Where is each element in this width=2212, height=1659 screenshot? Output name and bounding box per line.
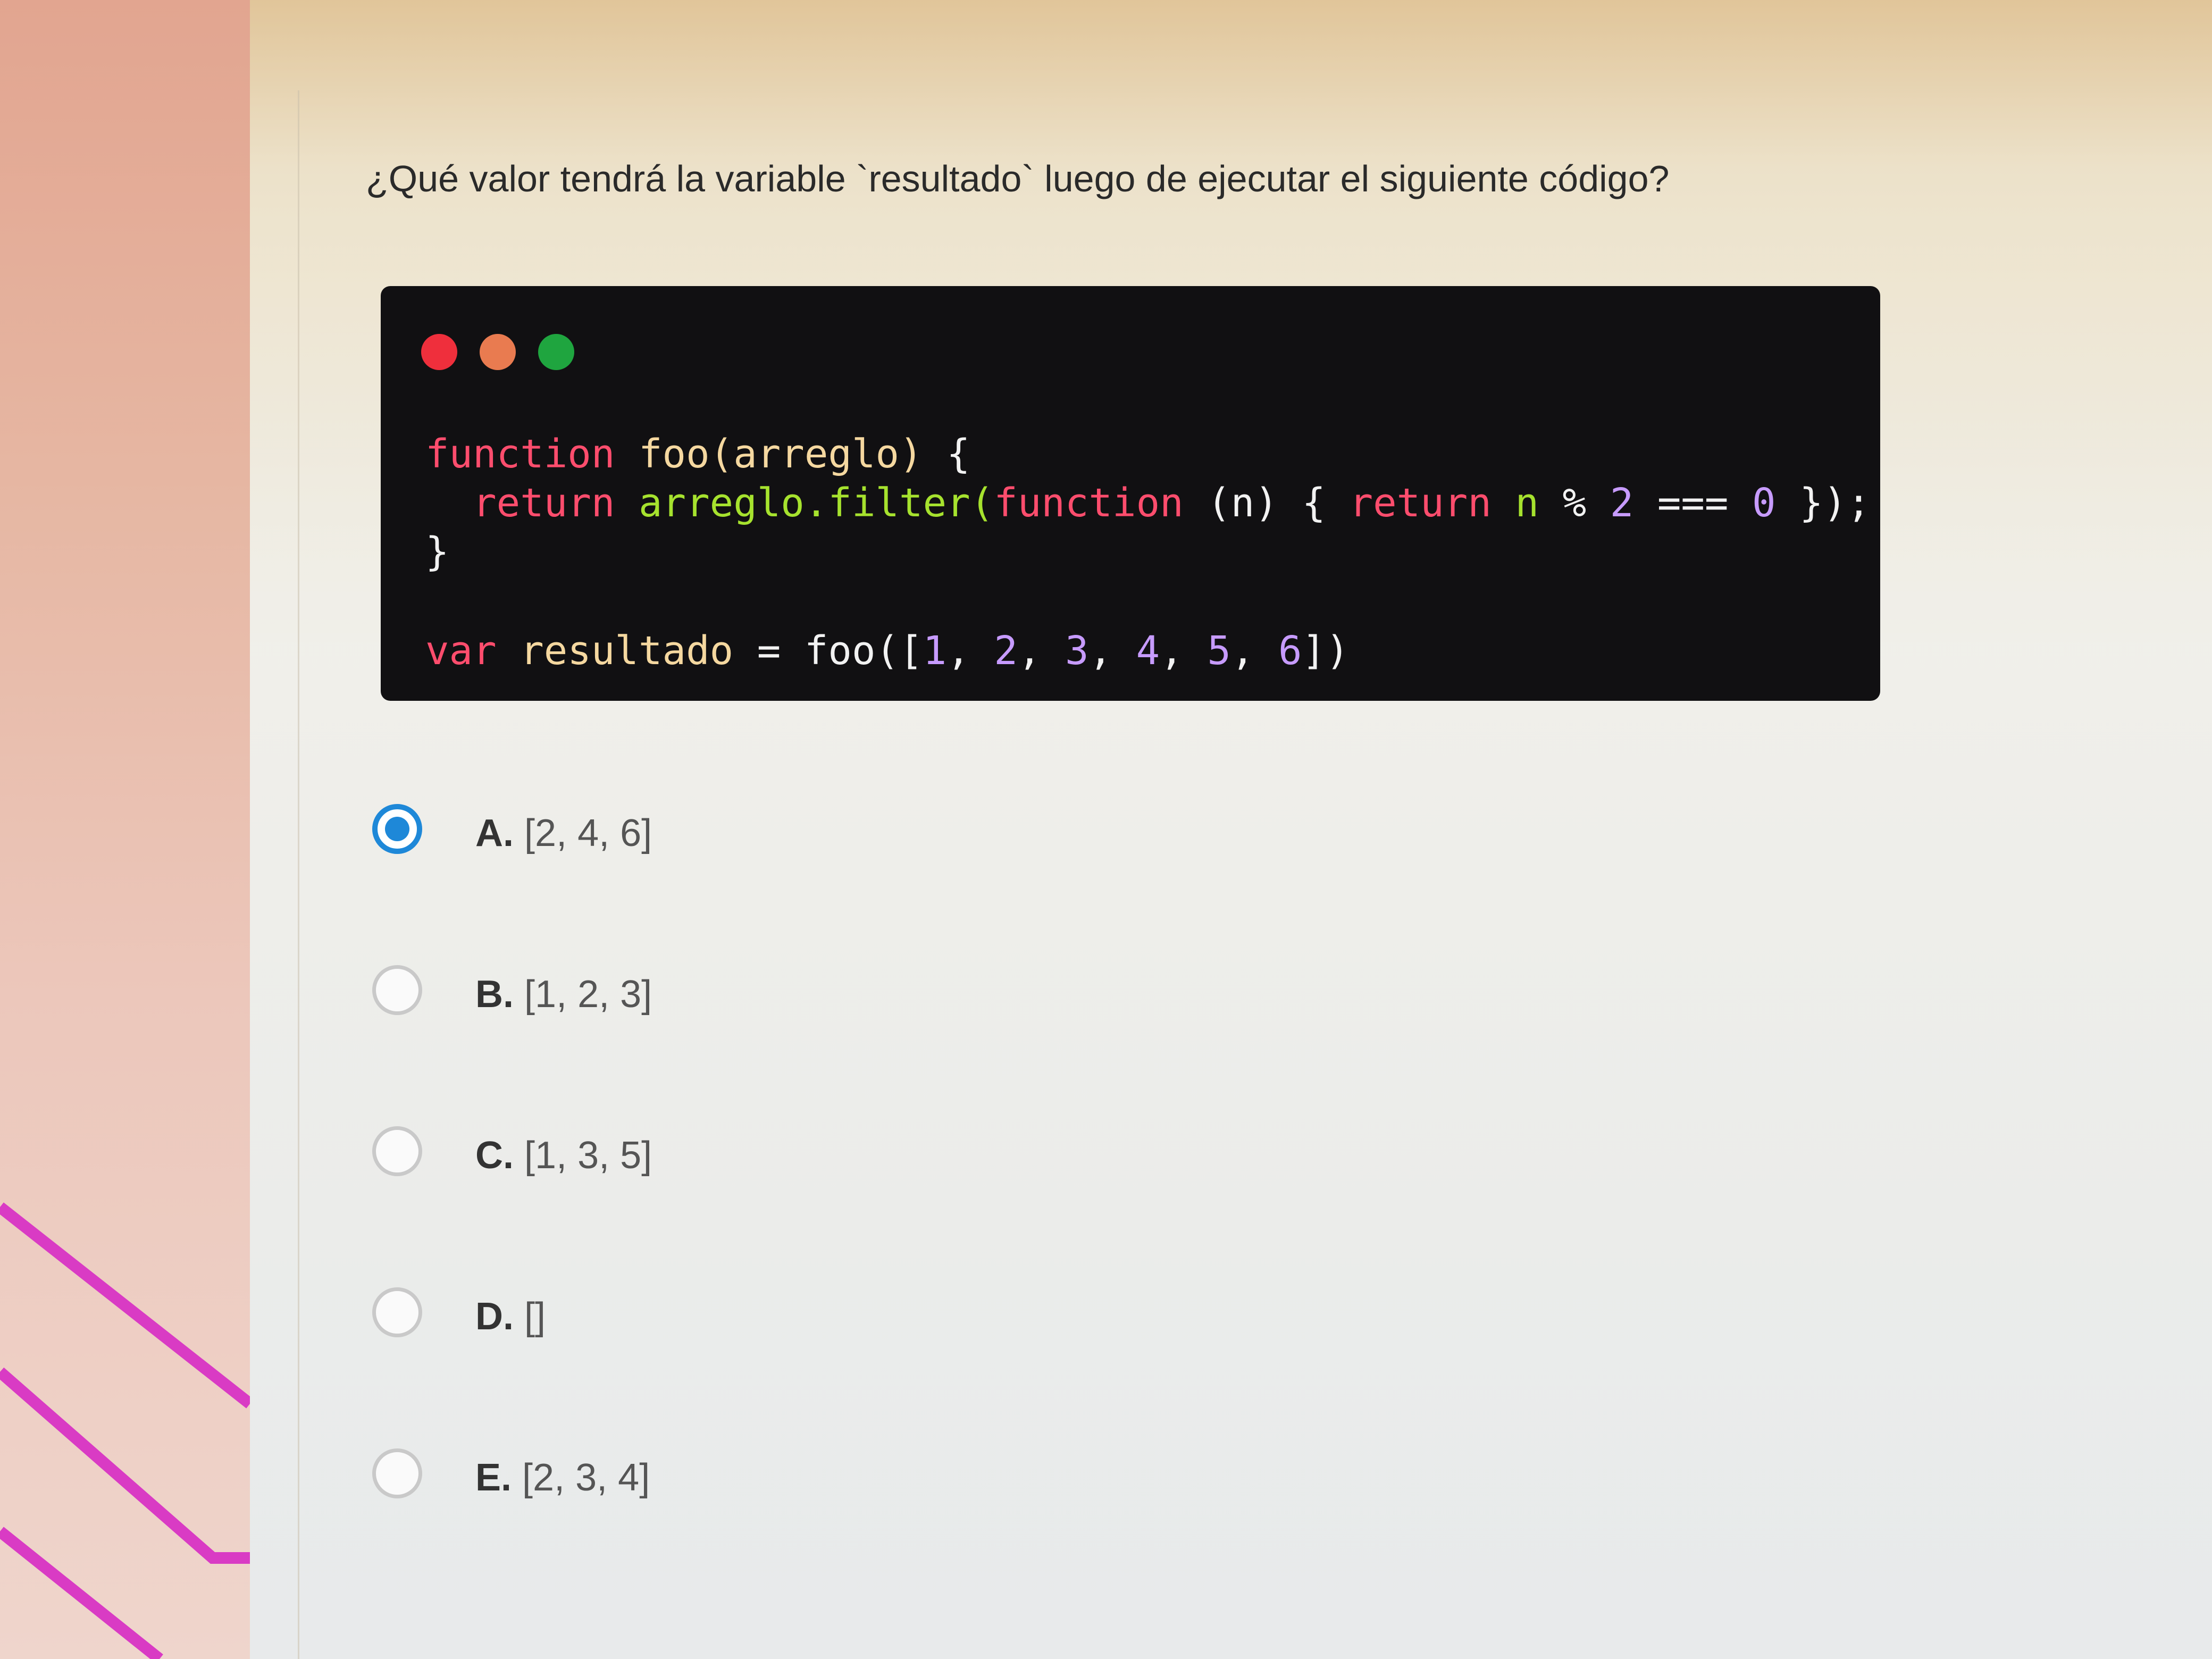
window-dot-red-icon: [421, 334, 457, 370]
option-e[interactable]: E. [2, 3, 4]: [369, 1448, 1113, 1610]
option-e-text[interactable]: E. [2, 3, 4]: [475, 1456, 650, 1499]
option-b[interactable]: B. [1, 2, 3]: [369, 965, 1113, 1126]
radio-icon[interactable]: [372, 1287, 422, 1337]
option-value: [1, 3, 5]: [524, 1134, 652, 1177]
code-function-call: foo([: [804, 628, 923, 674]
window-dot-orange-icon: [480, 334, 516, 370]
code-line-3: }: [425, 527, 1871, 626]
radio-icon[interactable]: [372, 965, 422, 1015]
option-value: [2, 3, 4]: [522, 1456, 650, 1499]
option-letter: A.: [475, 812, 514, 854]
code-keyword: return: [473, 480, 615, 526]
code-number: 3: [1065, 628, 1089, 674]
code-line-2: return arreglo.filter(function (n) { ret…: [425, 479, 1871, 527]
code-line-1: function foo(arreglo) {: [425, 430, 1871, 479]
code-number: 5: [1207, 628, 1231, 674]
option-d[interactable]: D. []: [369, 1287, 1113, 1448]
code-number: 2: [1610, 480, 1634, 526]
code-keyword: return: [1349, 480, 1492, 526]
radio-icon[interactable]: [372, 1126, 422, 1176]
code-method-call: arreglo.filter(: [638, 480, 994, 526]
code-punctuation: });: [1799, 480, 1871, 526]
code-variable: resultado: [520, 628, 734, 674]
option-letter: C.: [475, 1134, 514, 1177]
code-keyword: function: [425, 431, 615, 477]
option-c[interactable]: C. [1, 3, 5]: [369, 1126, 1113, 1287]
code-keyword: function: [994, 480, 1184, 526]
code-function-signature: foo(arreglo): [638, 431, 923, 477]
code-number: 0: [1752, 480, 1776, 526]
radio-icon[interactable]: [372, 1448, 422, 1498]
code-content: function foo(arreglo) { return arreglo.f…: [425, 430, 1871, 675]
code-brace: }: [425, 529, 449, 575]
option-letter: E.: [475, 1456, 512, 1499]
option-value: [1, 2, 3]: [524, 973, 652, 1016]
window-dot-green-icon: [538, 334, 574, 370]
code-brace: {: [946, 431, 970, 477]
code-operator: ===: [1657, 480, 1729, 526]
code-number: 6: [1278, 628, 1302, 674]
code-operator: =: [757, 628, 781, 674]
code-number: 4: [1136, 628, 1160, 674]
decorative-stripes: [0, 1202, 250, 1659]
option-b-text[interactable]: B. [1, 2, 3]: [475, 973, 652, 1016]
code-number: 1: [923, 628, 947, 674]
option-letter: B.: [475, 973, 514, 1016]
panel-border: [298, 90, 299, 1659]
answer-options: A. [2, 4, 6] B. [1, 2, 3] C. [1, 3, 5] D…: [369, 804, 1113, 1610]
option-d-text[interactable]: D. []: [475, 1295, 546, 1338]
question-text: ¿Qué valor tendrá la variable `resultado…: [366, 158, 1670, 199]
code-number: 2: [994, 628, 1018, 674]
option-value: []: [524, 1295, 546, 1338]
option-a[interactable]: A. [2, 4, 6]: [369, 804, 1113, 965]
code-punctuation: ]): [1302, 628, 1350, 674]
option-a-text[interactable]: A. [2, 4, 6]: [475, 811, 652, 855]
code-line-4: var resultado = foo([1, 2, 3, 4, 5, 6]): [425, 628, 1350, 674]
code-operator: %: [1562, 480, 1587, 526]
code-keyword: var: [425, 628, 497, 674]
option-letter: D.: [475, 1295, 514, 1338]
radio-selected-icon[interactable]: [372, 804, 422, 854]
code-param: (n) {: [1207, 480, 1326, 526]
code-variable: n: [1515, 480, 1539, 526]
option-value: [2, 4, 6]: [524, 812, 652, 854]
option-c-text[interactable]: C. [1, 3, 5]: [475, 1134, 652, 1177]
code-block: function foo(arreglo) { return arreglo.f…: [381, 286, 1880, 701]
